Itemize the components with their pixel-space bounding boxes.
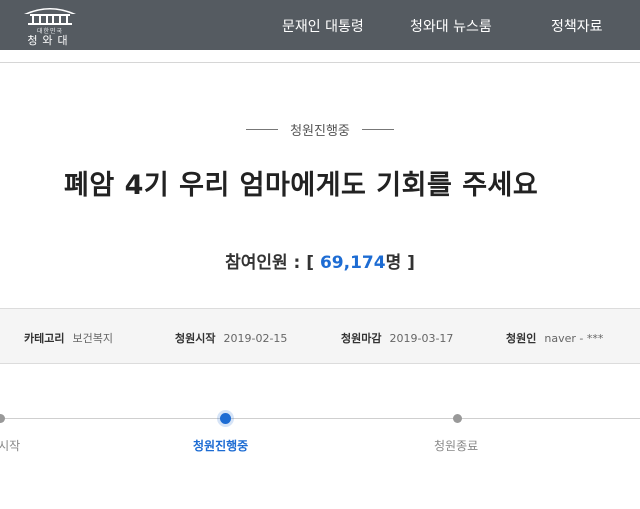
participant-count: 참여인원 : [ 69,174명 ]: [0, 248, 640, 273]
meta-end-date: 청원마감 2019-03-17: [341, 330, 453, 346]
progress-dot-active: [220, 413, 231, 424]
progress-dot-start: [0, 414, 5, 423]
step-end-label: 청원종료: [434, 439, 479, 453]
count-value: 69,174: [319, 253, 386, 273]
meta-category-value: 보건복지: [72, 332, 113, 345]
progress-dot-end: [453, 414, 462, 423]
count-open-bracket: [: [306, 253, 315, 273]
count-close-bracket: ]: [407, 253, 415, 273]
meta-petitioner-label: 청원인: [506, 332, 537, 345]
progress-track: [0, 418, 640, 419]
meta-category: 카테고리 보건복지: [24, 330, 113, 346]
petition-title: 폐암 4기 우리 엄마에게도 기회를 주세요: [64, 170, 539, 201]
meta-petitioner-value: naver - ***: [544, 332, 604, 345]
step-active-label: 청원진행중: [193, 439, 249, 453]
top-navigation-bar: 대한민국 청와대 문재인 대통령 청와대 뉴스룸 정책자료: [0, 0, 640, 50]
blue-house-roof-icon: [24, 8, 76, 25]
petition-status: 청원진행중: [0, 120, 640, 139]
meta-category-label: 카테고리: [24, 332, 65, 345]
count-label: 참여인원 :: [225, 253, 301, 273]
nav-policy[interactable]: 정책자료: [551, 16, 603, 36]
header-divider: [0, 62, 640, 63]
meta-start-value: 2019-02-15: [223, 332, 288, 345]
nav-president[interactable]: 문재인 대통령: [282, 16, 364, 36]
status-line-left: [246, 129, 279, 130]
logo-text: 청와대: [27, 34, 73, 47]
meta-start-label: 청원시작: [175, 332, 216, 345]
nav-newsroom[interactable]: 청와대 뉴스룸: [410, 16, 492, 36]
status-line-right: [361, 129, 394, 130]
meta-end-label: 청원마감: [341, 332, 382, 345]
status-text: 청원진행중: [290, 124, 350, 139]
cheongwadae-logo[interactable]: 대한민국 청와대: [14, 4, 86, 47]
count-unit: 명: [385, 253, 402, 273]
meta-start-date: 청원시작 2019-02-15: [175, 330, 287, 346]
meta-end-value: 2019-03-17: [389, 332, 454, 345]
step-start-label: 청원시작: [0, 439, 21, 453]
meta-petitioner: 청원인 naver - ***: [506, 330, 603, 346]
petition-info-bar: 카테고리 보건복지 청원시작 2019-02-15 청원마감 2019-03-17 청…: [0, 308, 640, 364]
